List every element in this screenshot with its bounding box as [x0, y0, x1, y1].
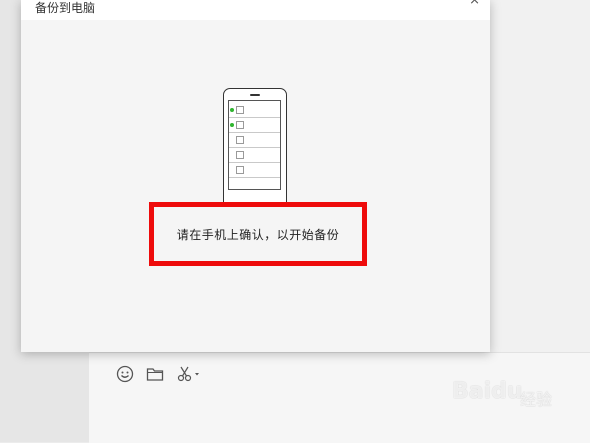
baidu-watermark: Baidu	[452, 379, 523, 404]
close-button[interactable]: ×	[469, 0, 480, 7]
phone-list-row	[229, 133, 280, 148]
checkbox-icon	[236, 151, 244, 159]
phone-list-row	[229, 163, 280, 178]
confirm-message: 请在手机上确认，以开始备份	[176, 227, 340, 242]
phone-screen	[228, 100, 281, 190]
checkbox-icon	[236, 106, 244, 114]
checkbox-icon	[236, 136, 244, 144]
phone-list-row	[229, 148, 280, 163]
phone-list-row	[229, 118, 280, 133]
selected-dot-icon	[230, 123, 234, 127]
phone-illustration	[223, 88, 287, 210]
phone-speaker	[250, 94, 260, 96]
backup-dialog: 备份到电脑 × 请在手机上确认，以开始备份	[21, 0, 490, 352]
confirm-highlight-box: 请在手机上确认，以开始备份	[149, 202, 367, 266]
checkbox-icon	[236, 121, 244, 129]
dialog-header: 备份到电脑 ×	[21, 0, 490, 20]
emoji-icon[interactable]	[115, 364, 135, 384]
scissors-icon[interactable]	[176, 364, 202, 384]
phone-list-row	[229, 103, 280, 118]
checkbox-icon	[236, 166, 244, 174]
watermark-suffix: 经验	[520, 390, 553, 409]
selected-dot-icon	[230, 108, 234, 112]
folder-icon[interactable]	[145, 364, 165, 384]
dialog-title: 备份到电脑	[35, 1, 96, 15]
